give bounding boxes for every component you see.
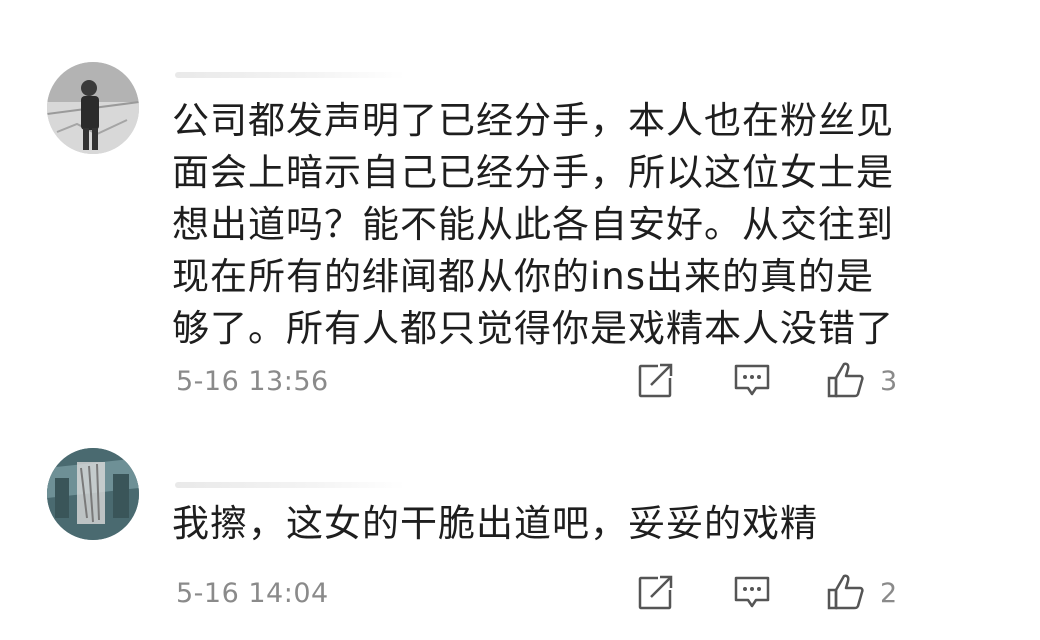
- comment-text: 我擦，这女的干脆出道吧，妥妥的戏精: [172, 498, 932, 550]
- like-count: 3: [880, 366, 898, 397]
- reply-button[interactable]: [732, 360, 772, 400]
- comment-line: 我擦，这女的干脆出道吧，妥妥的戏精: [172, 502, 818, 545]
- comment-line: 现在所有的绯闻都从你的ins出来的真的是: [172, 255, 875, 298]
- username-redacted: [175, 482, 405, 488]
- like-count: 2: [880, 578, 898, 609]
- share-button[interactable]: [636, 572, 676, 612]
- user-avatar-photo-icon: [47, 62, 139, 154]
- thumbs-up-icon: [827, 574, 864, 610]
- username-redacted: [175, 72, 405, 78]
- thumbs-up-icon: [827, 362, 864, 398]
- avatar[interactable]: [47, 448, 139, 540]
- like-button[interactable]: [826, 572, 866, 612]
- like-button[interactable]: [826, 360, 866, 400]
- user-avatar-photo-icon: [47, 448, 139, 540]
- comment-line: 公司都发声明了已经分手，本人也在粉丝见: [172, 99, 894, 142]
- reply-button[interactable]: [732, 572, 772, 612]
- share-button[interactable]: [636, 360, 676, 400]
- comment-timestamp: 5-16 14:04: [176, 578, 329, 609]
- comment-text: 公司都发声明了已经分手，本人也在粉丝见 面会上暗示自己已经分手，所以这位女士是 …: [172, 95, 932, 355]
- comment-actions: 5-16 13:56 3: [0, 360, 1040, 404]
- comment-timestamp: 5-16 13:56: [176, 366, 329, 397]
- reply-icon: [734, 576, 770, 608]
- reply-icon: [734, 364, 770, 396]
- share-icon: [638, 362, 674, 398]
- comment-actions: 5-16 14:04 2: [0, 572, 1040, 616]
- comment-line: 面会上暗示自己已经分手，所以这位女士是: [172, 151, 894, 194]
- comment-line: 想出道吗？能不能从此各自安好。从交往到: [172, 203, 894, 246]
- share-icon: [638, 574, 674, 610]
- comment-line: 够了。所有人都只觉得你是戏精本人没错了: [172, 307, 894, 350]
- avatar[interactable]: [47, 62, 139, 154]
